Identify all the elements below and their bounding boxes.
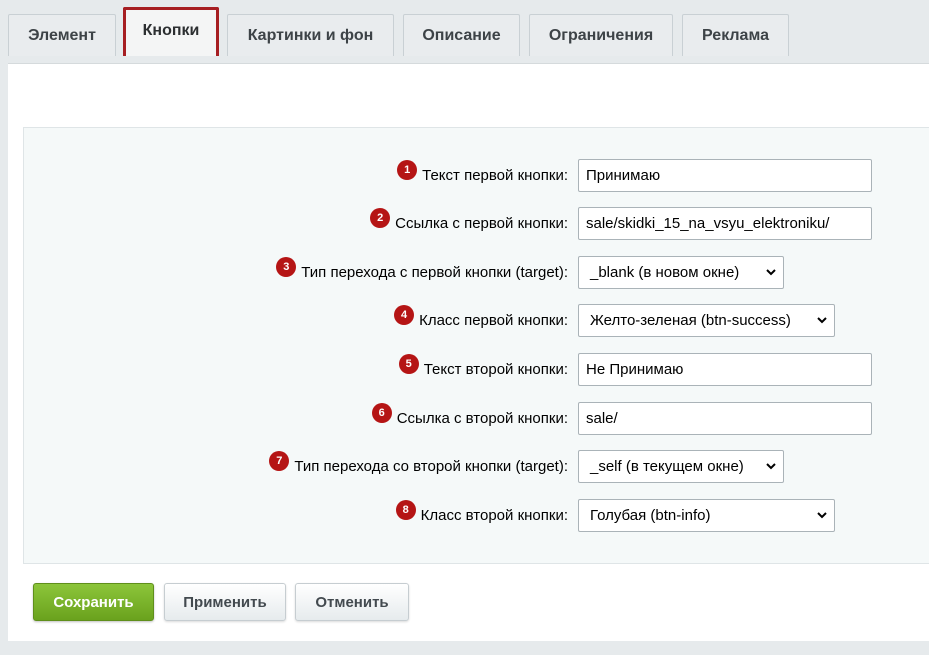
first-button-class-select[interactable]: Желто-зеленая (btn-success) xyxy=(578,304,835,337)
tab-label: Элемент xyxy=(28,26,96,44)
step-badge: 5 xyxy=(398,353,419,374)
step-badge: 3 xyxy=(276,256,297,277)
tab-label: Описание xyxy=(422,26,501,44)
first-button-link-input[interactable]: sale/skidki_15_na_vsyu_elektroniku/ xyxy=(578,207,872,240)
tab-description[interactable]: Описание xyxy=(403,14,520,56)
second-button-text-input[interactable]: Не Принимаю xyxy=(578,353,872,386)
step-badge: 6 xyxy=(371,402,392,423)
step-badge: 4 xyxy=(394,304,415,325)
field-label-first-button-target: 3 Тип перехода с первой кнопки (target): xyxy=(276,256,568,289)
field-label-second-button-target: 7 Тип перехода со второй кнопки (target): xyxy=(269,450,568,483)
first-button-target-select[interactable]: _blank (в новом окне) xyxy=(578,256,784,289)
cancel-button[interactable]: Отменить xyxy=(295,583,409,621)
tab-advertising[interactable]: Реклама xyxy=(682,14,789,56)
field-label-first-button-text: 1 Текст первой кнопки: xyxy=(397,159,568,192)
field-label-first-button-link: 2 Ссылка с первой кнопки: xyxy=(370,207,568,240)
tab-label: Ограничения xyxy=(548,26,654,44)
label-text: Класс первой кнопки: xyxy=(419,312,568,329)
label-text: Ссылка с первой кнопки: xyxy=(395,215,568,232)
chevron-down-icon xyxy=(766,269,776,276)
step-badge: 7 xyxy=(269,450,290,471)
step-badge: 8 xyxy=(395,499,416,520)
tab-images-background[interactable]: Картинки и фон xyxy=(227,14,394,56)
apply-button[interactable]: Применить xyxy=(164,583,286,621)
tab-element[interactable]: Элемент xyxy=(8,14,116,56)
select-value: Желто-зеленая (btn-success) xyxy=(590,312,791,329)
second-button-target-select[interactable]: _self (в текущем окне) xyxy=(578,450,784,483)
tab-bar: Элемент Кнопки Картинки и фон Описание О… xyxy=(0,0,929,56)
field-label-second-button-text: 5 Текст второй кнопки: xyxy=(398,353,568,386)
label-text: Текст второй кнопки: xyxy=(423,361,568,378)
tab-restrictions[interactable]: Ограничения xyxy=(529,14,673,56)
field-label-first-button-class: 4 Класс первой кнопки: xyxy=(394,304,568,337)
tab-label: Реклама xyxy=(702,26,769,44)
save-button[interactable]: Сохранить xyxy=(33,583,154,621)
select-value: _self (в текущем окне) xyxy=(590,458,744,475)
chevron-down-icon xyxy=(817,512,827,519)
select-value: Голубая (btn-info) xyxy=(590,507,711,524)
step-badge: 1 xyxy=(397,159,418,180)
field-label-second-button-class: 8 Класс второй кнопки: xyxy=(395,499,568,532)
tab-label: Кнопки xyxy=(142,22,200,39)
label-text: Тип перехода со второй кнопки (target): xyxy=(294,458,568,475)
label-text: Текст первой кнопки: xyxy=(422,167,568,184)
second-button-class-select[interactable]: Голубая (btn-info) xyxy=(578,499,835,532)
chevron-down-icon xyxy=(766,463,776,470)
tab-label: Картинки и фон xyxy=(247,26,374,44)
label-text: Ссылка с второй кнопки: xyxy=(396,410,568,427)
select-value: _blank (в новом окне) xyxy=(590,264,740,281)
first-button-text-input[interactable]: Принимаю xyxy=(578,159,872,192)
label-text: Тип перехода с первой кнопки (target): xyxy=(301,264,568,281)
tab-buttons[interactable]: Кнопки xyxy=(123,7,219,56)
chevron-down-icon xyxy=(817,317,827,324)
label-text: Класс второй кнопки: xyxy=(420,507,568,524)
second-button-link-input[interactable]: sale/ xyxy=(578,402,872,435)
field-label-second-button-link: 6 Ссылка с второй кнопки: xyxy=(371,402,568,435)
step-badge: 2 xyxy=(370,207,391,228)
